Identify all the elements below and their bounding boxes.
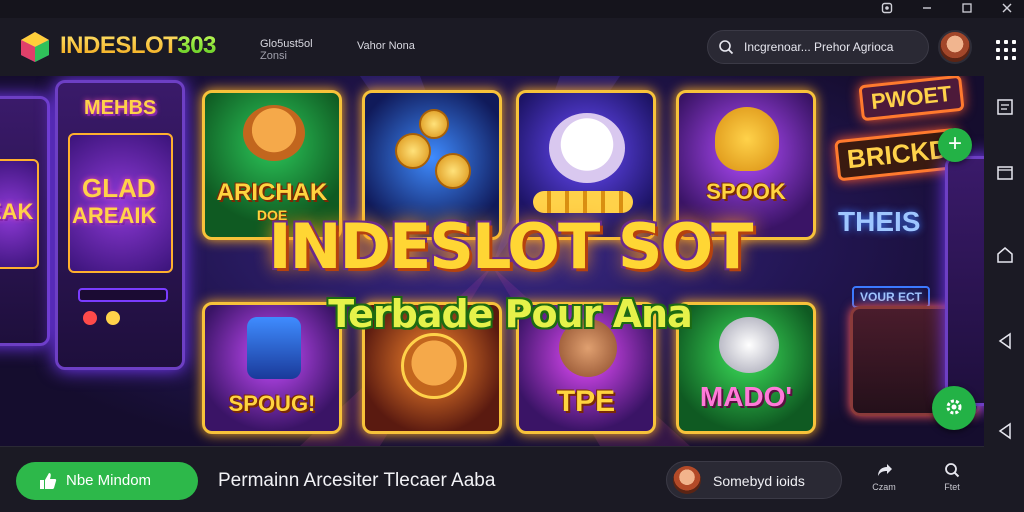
footer-bar: Nbe Mindom Permainn Arcesiter Tlecaer Aa… [0, 446, 984, 512]
user-avatar [673, 466, 701, 494]
footer-button-1[interactable]: Czam [864, 461, 904, 505]
game-card-4-label: SPOOK [706, 179, 786, 204]
nav-link-primary-sublabel: Zonsi [260, 50, 287, 62]
right-neon-sign: THEIS [838, 206, 921, 237]
window-icon[interactable] [996, 164, 1014, 182]
right-small-neon-sign: VOUR ECT [852, 286, 931, 308]
mascot-image [715, 107, 779, 171]
gold-coin-image [419, 109, 449, 139]
app-header: INDESLOT303 Glo5ust5ol Zonsi Vahor Nona … [0, 18, 1024, 76]
footer-button-2[interactable]: Ftet [932, 461, 972, 505]
footer-button-1-label: Czam [872, 482, 896, 492]
search-input-text: Incgrenoar... Prehor Agrioca [744, 40, 894, 54]
gear-icon [946, 399, 962, 415]
game-card-8-label: MADO' [699, 381, 793, 412]
arcade-cabinet-left: MEHBS GLAD AREAIK [55, 80, 185, 370]
cabinet-far-left-label: EAK [0, 199, 34, 224]
primary-cta-button[interactable]: Nbe Mindom [16, 462, 198, 500]
user-name: Somebyd ioids [713, 473, 805, 489]
brand-name-number: 303 [177, 32, 216, 59]
hero-subtitle: Terbade Pour Ana [328, 292, 693, 336]
primary-cta-label: Nbe Mindom [66, 472, 152, 489]
home-icon[interactable] [996, 246, 1014, 264]
game-card-5-label: SPOUG! [228, 391, 316, 416]
brand-logo-icon[interactable] [18, 30, 52, 64]
gold-coin-image [395, 133, 431, 169]
thumbs-up-icon [38, 471, 58, 491]
arcade-cabinet-far-left: EAK [0, 96, 50, 346]
game-card-1-label: ARICHAK [216, 179, 328, 206]
hero-banner[interactable]: EAK MEHBS GLAD AREAIK PWOET BRICKD THEIS… [0, 76, 984, 446]
search-icon [943, 461, 961, 479]
maximize-icon[interactable] [960, 2, 974, 16]
gold-coin-image [435, 153, 471, 189]
share-icon [875, 461, 893, 479]
nav-link-secondary[interactable]: Vahor Nona [357, 40, 415, 52]
nav-link-primary[interactable]: Glo5ust5ol Zonsi [260, 38, 313, 62]
search-icon [718, 39, 734, 55]
footer-button-2-label: Ftet [944, 482, 960, 492]
previous-icon[interactable] [996, 422, 1014, 440]
brand-name[interactable]: INDESLOT303 [60, 32, 216, 60]
close-icon[interactable] [1000, 2, 1014, 16]
minimize-icon[interactable] [920, 2, 934, 16]
window-titlebar [0, 0, 1024, 18]
hero-title: INDESLOT SOT [268, 210, 754, 283]
game-card-7-label: TPE [556, 385, 616, 418]
cabinet-left-top-label: MEHBS [84, 97, 157, 119]
monkey-mascot-image [401, 333, 467, 399]
settings-fab-button[interactable] [932, 386, 976, 430]
avatar[interactable] [938, 30, 972, 64]
user-chip[interactable]: Somebyd ioids [666, 461, 842, 499]
right-toolbar [984, 76, 1024, 512]
cabinet-left-screen-line1: GLAD [82, 173, 156, 203]
back-icon[interactable] [996, 332, 1014, 350]
brand-name-main: INDESLOT [60, 32, 178, 59]
document-icon[interactable] [996, 98, 1014, 116]
footer-title: Permainn Arcesiter Tlecaer Aaba [218, 470, 496, 491]
search-input[interactable]: Incgrenoar... Prehor Agrioca [707, 30, 929, 64]
add-button[interactable]: + [938, 128, 972, 162]
mascot-face-image [549, 113, 625, 183]
nav-link-primary-label: Glo5ust5ol [260, 38, 313, 50]
window-settings-icon[interactable] [880, 2, 894, 16]
bear-mascot-image [243, 105, 305, 161]
apps-grid-icon[interactable] [996, 40, 1016, 60]
arcade-cabinet-far-right [945, 156, 984, 406]
cabinet-left-screen-line2: AREAIK [72, 203, 157, 228]
